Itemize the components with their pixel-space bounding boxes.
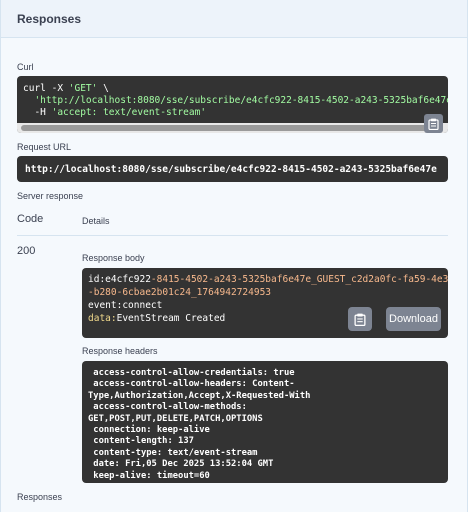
- body-line-2: -b280-6cbae2b01c24_1764942724953: [88, 287, 272, 298]
- header-line: content-length: 137: [88, 436, 194, 447]
- curl-line-2: 'http://localhost:8080/sse/subscribe/e4c…: [23, 95, 448, 106]
- request-url-value[interactable]: http://localhost:8080/sse/subscribe/e4cf…: [17, 156, 448, 182]
- copy-body-button[interactable]: [348, 307, 372, 331]
- response-headers-label: Response headers: [82, 346, 158, 356]
- copy-curl-button[interactable]: [424, 114, 443, 133]
- code-column-header: Code: [17, 213, 44, 225]
- header-line: content-type: text/event-stream: [88, 447, 258, 458]
- clipboard-icon: [428, 118, 439, 130]
- responses-panel: Responses Curl curl -X 'GET' \ 'http://l…: [0, 0, 468, 512]
- header-line: Type,Authorization,Accept,X-Requested-Wi…: [88, 390, 311, 401]
- curl-line-3: -H 'accept: text/event-stream': [23, 107, 207, 118]
- server-response-label: Server response: [17, 191, 84, 201]
- header-line: GET,POST,PUT,DELETE,PATCH,OPTIONS: [88, 413, 263, 424]
- download-button[interactable]: Download: [386, 307, 441, 331]
- section-title: Responses: [17, 11, 82, 26]
- responses-footer-label: Responses: [17, 492, 63, 502]
- header-line: access-control-allow-headers: Content-: [88, 379, 295, 390]
- response-headers-block[interactable]: access-control-allow-credentials: true a…: [82, 361, 448, 483]
- header-line: access-control-allow-credentials: true: [88, 368, 295, 378]
- divider: [17, 235, 448, 236]
- header-line: connection: keep-alive: [88, 425, 210, 436]
- clipboard-icon: [354, 313, 366, 326]
- header-line: date: Fri,05 Dec 2025 13:52:04 GMT: [88, 459, 274, 470]
- section-header: Responses: [1, 0, 467, 38]
- body-line-1: id:e4cfc922-8415-4502-a243-5325baf6e47e_…: [88, 274, 448, 285]
- details-column-header: Details: [82, 216, 110, 226]
- curl-label: Curl: [17, 62, 34, 72]
- header-line: keep-alive: timeout=60: [88, 470, 210, 481]
- curl-line-1: curl -X 'GET' \: [23, 83, 109, 94]
- horizontal-scrollbar[interactable]: [17, 123, 448, 133]
- header-line: access-control-allow-methods:: [88, 402, 247, 413]
- response-code: 200: [17, 245, 36, 257]
- scrollbar-thumb[interactable]: [21, 125, 431, 131]
- curl-block[interactable]: curl -X 'GET' \ 'http://localhost:8080/s…: [17, 76, 448, 133]
- response-body-label: Response body: [82, 253, 145, 263]
- request-url-label: Request URL: [17, 142, 72, 152]
